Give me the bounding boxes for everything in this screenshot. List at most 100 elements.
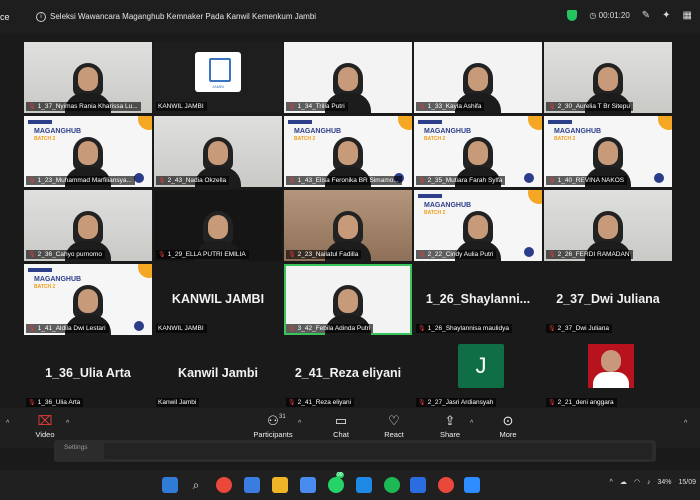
participant-tile[interactable]: 🎙 2_30_Aurelia T Br Sitepu <box>544 42 672 113</box>
muted-mic-icon: 🎙 <box>28 104 36 110</box>
volume-icon[interactable]: ♪ <box>647 479 651 486</box>
settings-bar[interactable]: Settings <box>54 440 656 462</box>
participant-tile[interactable]: 🎙 1_37_Nyimas Rania Kharissa Lu... <box>24 42 152 113</box>
participant-tile[interactable]: 🎙 1_33_Kayla Ashifa <box>414 42 542 113</box>
ministry-logo <box>28 120 52 124</box>
gallery-view-icon[interactable]: ▦ <box>683 10 692 21</box>
participant-tile[interactable]: 🎙 2_21_deni anggara <box>544 338 672 409</box>
video-label: Video <box>35 430 55 439</box>
settings-field <box>104 443 652 459</box>
file-explorer-icon[interactable] <box>272 477 288 493</box>
encryption-shield-icon[interactable] <box>567 10 578 21</box>
participant-name-text: 2_43_Nadia Okzella <box>167 177 227 184</box>
info-icon[interactable]: i <box>36 12 46 22</box>
participant-name-label: 🎙 2_27_Jasri Ardiansyah <box>416 398 497 407</box>
participant-tile[interactable]: MAGANGHUB BATCH 2 🎙 1_23_Muhammad Marfilian… <box>24 116 152 187</box>
search-icon[interactable]: ⌕ <box>188 477 204 493</box>
participants-count: 31 <box>279 414 286 420</box>
participant-display-name: 1_26_Shaylanni... <box>425 292 531 306</box>
participant-name-text: 2_23_Nailatul Fadilla <box>297 251 359 258</box>
muted-mic-icon: 🎙 <box>418 104 426 110</box>
participants-label: Participants <box>253 430 293 439</box>
sparkle-icon[interactable]: ✦ <box>662 10 670 21</box>
participant-name-text: 1_36_Ulia Arta <box>37 399 81 406</box>
participant-tile[interactable]: 🎙 2_36_Cahyo purnomo <box>24 190 152 261</box>
participant-name-label: KANWIL JAMBI <box>156 102 207 111</box>
participant-name-text: KANWIL JAMBI <box>158 103 204 110</box>
muted-mic-icon: 🎙 <box>288 326 296 332</box>
app-icon-2[interactable] <box>300 477 316 493</box>
clock-date: 15/09 <box>678 478 696 486</box>
more-label: More <box>499 430 517 439</box>
app-icon-1[interactable] <box>244 477 260 493</box>
spotify-icon[interactable] <box>384 477 400 493</box>
participant-tile[interactable]: 🎙 1_34_Trilia Putri <box>284 42 412 113</box>
chrome-icon[interactable] <box>216 477 232 493</box>
more-icon: ⊙ <box>502 413 514 428</box>
participant-display-name: KANWIL JAMBI <box>171 292 265 306</box>
share-caret-icon[interactable]: ^ <box>470 420 473 427</box>
banner-decoration-dot <box>134 321 144 331</box>
participant-tile[interactable]: 🎙 2_26_FERDI RAMADAN <box>544 190 672 261</box>
ministry-logo <box>418 194 442 198</box>
tray-caret-icon[interactable]: ^ <box>610 479 613 486</box>
banner-decoration <box>658 116 672 130</box>
logo-caption: JAMBI <box>212 84 224 89</box>
participant-display-name: 1_36_Ulia Arta <box>45 366 131 380</box>
video-button[interactable]: ⌧ Video <box>20 412 70 439</box>
participant-tile[interactable]: 1_36_Ulia Arta 🎙 1_36_Ulia Arta <box>24 338 152 409</box>
banner-decoration-dot <box>134 173 144 183</box>
participants-caret-icon[interactable]: ^ <box>298 420 301 427</box>
muted-mic-icon: 🎙 <box>418 400 426 406</box>
participant-tile[interactable]: MAGANGHUB BATCH 2 🎙 2_22_Cindy Aulia Putri <box>414 190 542 261</box>
zoom-icon[interactable] <box>464 477 480 493</box>
cloud-icon[interactable]: ☁ <box>620 478 627 486</box>
chat-icon: ▭ <box>334 413 348 428</box>
participant-tile[interactable]: 2_41_Reza eliyani 🎙 2_41_Reza eliyani <box>284 338 412 409</box>
participant-tile[interactable]: J 🎙 2_27_Jasri Ardiansyah <box>414 338 542 409</box>
windows-start-icon[interactable] <box>162 477 178 493</box>
meeting-title-text: Seleksi Wawancara Maganghub Kemnaker Pad… <box>50 12 317 22</box>
ministry-logo <box>548 120 572 124</box>
more-button[interactable]: ⊙ More <box>483 412 533 439</box>
participant-tile[interactable]: 🎙 1_29_ELLA PUTRI EMILIA <box>154 190 282 261</box>
participant-tile[interactable]: 🎙 2_23_Nailatul Fadilla <box>284 190 412 261</box>
participant-name-label: 🎙 2_43_Nadia Okzella <box>156 176 230 185</box>
participant-tile[interactable]: 🎙 2_43_Nadia Okzella <box>154 116 282 187</box>
share-button[interactable]: ⇪ Share <box>425 412 475 439</box>
participant-tile[interactable]: 🎙 3_42_Febila Adinda Putri <box>284 264 412 335</box>
participant-tile[interactable]: MAGANGHUB BATCH 2 🎙 1_41_Aldila Dwi Lestari <box>24 264 152 335</box>
participant-tile[interactable]: JAMBI KANWIL JAMBI <box>154 42 282 113</box>
react-button[interactable]: ♡ React <box>369 412 419 439</box>
participant-tile[interactable]: MAGANGHUB BATCH 2 🎙 1_43_Elisa Feronika BR … <box>284 116 412 187</box>
banner-decoration-dot <box>654 173 664 183</box>
muted-mic-icon: 🎙 <box>548 252 556 258</box>
participant-name-text: 2_41_Reza eliyani <box>297 399 352 406</box>
settings-label: Settings <box>64 444 88 451</box>
whatsapp-icon[interactable]: 99 <box>328 472 344 493</box>
banner-decoration-dot <box>524 173 534 183</box>
window-caret-icon[interactable]: ^ <box>684 420 687 427</box>
banner-line1: MAGANGHUB <box>34 276 82 283</box>
chat-button[interactable]: ▭ Chat <box>316 412 366 439</box>
participant-tile[interactable]: 2_37_Dwi Juliana 🎙 2_37_Dwi Juliana <box>544 264 672 335</box>
app-icon-4[interactable] <box>410 477 426 493</box>
participants-button[interactable]: ⚇ 31 Participants <box>248 412 298 439</box>
participant-name-text: 2_36_Cahyo purnomo <box>37 251 102 258</box>
participant-tile[interactable]: 1_26_Shaylanni... 🎙 1_26_Shaylannisa mauli… <box>414 264 542 335</box>
chrome-icon-2[interactable] <box>438 477 454 493</box>
audio-caret-icon[interactable]: ^ <box>6 420 9 427</box>
banner-decoration-dot <box>524 247 534 257</box>
app-icon-3[interactable] <box>356 477 372 493</box>
muted-mic-icon: 🎙 <box>28 178 36 184</box>
meeting-timer: ◷ 00:01:20 <box>589 11 630 20</box>
participant-name-label: 🎙 2_21_deni anggara <box>546 398 617 407</box>
participant-tile[interactable]: MAGANGHUB BATCH 2 🎙 2_35_Mutiara Farah Sylf… <box>414 116 542 187</box>
participant-tile[interactable]: KANWIL JAMBI KANWIL JAMBI <box>154 264 282 335</box>
participant-tile[interactable]: Kanwil Jambi Kanwil Jambi <box>154 338 282 409</box>
video-caret-icon[interactable]: ^ <box>66 420 69 427</box>
wifi-icon[interactable]: ◠ <box>634 478 640 486</box>
pen-icon[interactable]: ✎ <box>642 10 650 21</box>
participant-tile[interactable]: MAGANGHUB BATCH 2 🎙 1_40_REVINA NAKOS <box>544 116 672 187</box>
participant-name-label: 🎙 2_26_FERDI RAMADAN <box>546 250 633 259</box>
